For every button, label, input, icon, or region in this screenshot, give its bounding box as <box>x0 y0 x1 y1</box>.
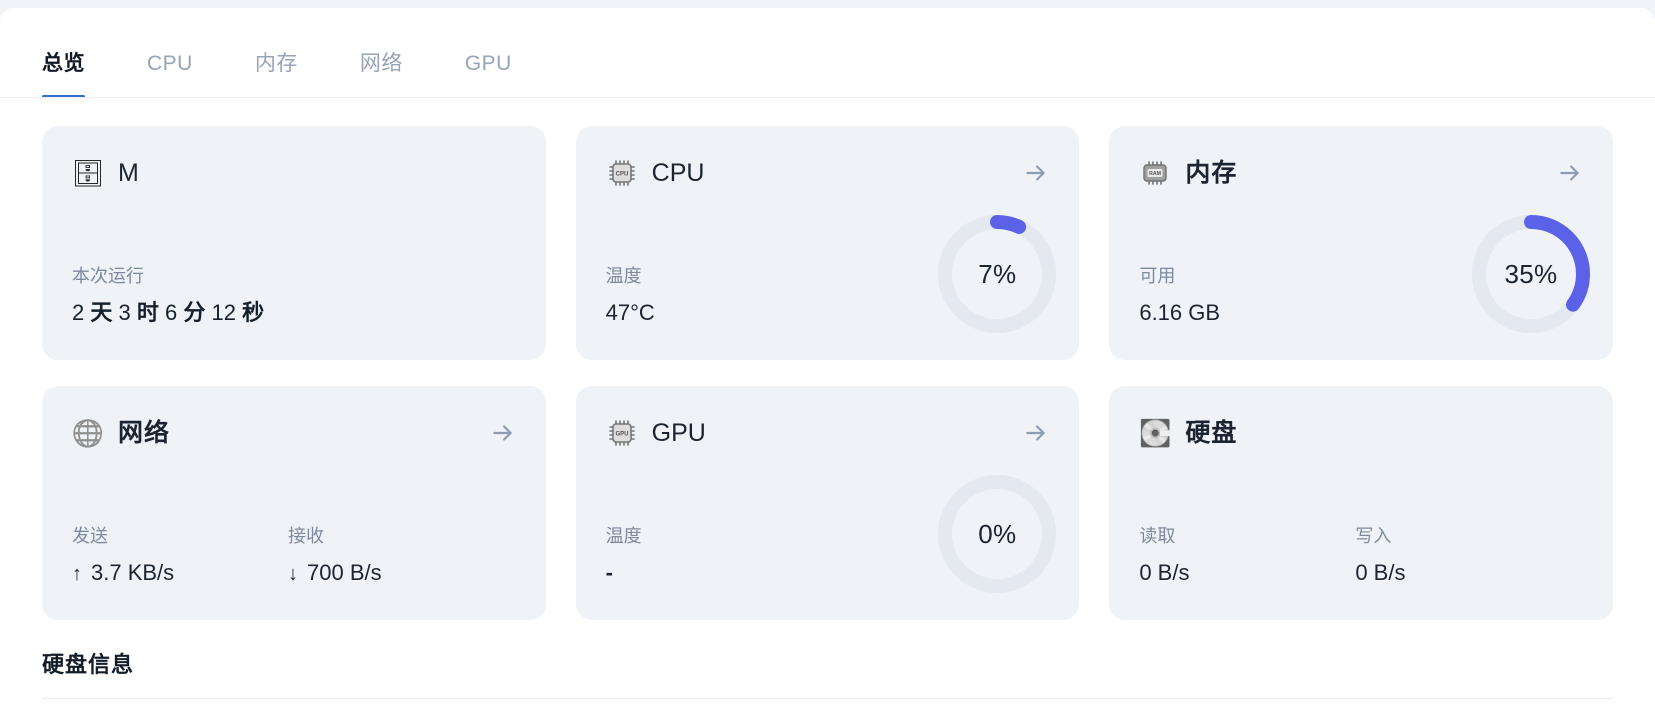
uptime-seconds-unit: 秒 <box>242 300 265 325</box>
stat-disk-write: 写入 0 B/s <box>1355 527 1571 584</box>
stat-disk-write-value: 0 B/s <box>1355 560 1406 585</box>
tab-overview-label: 总览 <box>42 52 85 75</box>
stat-network-download: 接收 ↓ 700 B/s <box>288 527 504 584</box>
card-network[interactable]: 🌐 网络 发送 ↑ 3.7 KB/s 接收 ↓ 700 B/s <box>42 386 546 620</box>
card-cpu-title: CPU <box>651 158 705 187</box>
stat-disk-read: 读取 0 B/s <box>1139 527 1355 584</box>
card-cpu-stats: 温度 47°C <box>606 267 655 324</box>
disk-info-section: 硬盘信息 <box>0 620 1655 699</box>
stat-gpu-temperature: 温度 - <box>606 527 642 584</box>
ram-chip-icon: RAM <box>1139 157 1171 189</box>
tab-memory-label: 内存 <box>254 52 298 75</box>
stat-memory-available: 可用 6.16 GB <box>1139 267 1220 324</box>
svg-text:CPU: CPU <box>615 171 628 177</box>
stat-disk-read-label: 读取 <box>1139 526 1176 546</box>
card-disk-stats: 读取 0 B/s 写入 0 B/s <box>1139 527 1571 584</box>
stat-gpu-temperature-value: - <box>605 560 613 585</box>
stat-network-upload: 发送 ↑ 3.7 KB/s <box>72 527 288 584</box>
app-root: 总览 CPU 内存 网络 GPU 🗄 M 本次运行 2 天 3 时 6 分 12… <box>0 0 1655 727</box>
tab-network-label: 网络 <box>359 52 403 75</box>
cpu-chip-icon: CPU <box>606 157 638 189</box>
svg-text:RAM: RAM <box>1149 171 1161 177</box>
card-uptime: 🗄 M 本次运行 2 天 3 时 6 分 12 秒 <box>42 126 546 360</box>
stat-network-upload-rate: 3.7 KB/s <box>91 560 175 585</box>
card-memory-header: RAM 内存 <box>1139 152 1583 194</box>
stat-memory-available-label: 可用 <box>1139 266 1176 286</box>
gpu-usage-donut: 0% <box>933 470 1061 598</box>
card-uptime-title: M <box>118 158 139 187</box>
stat-network-download-label: 接收 <box>288 526 324 546</box>
uptime-hours-unit: 时 <box>136 300 159 325</box>
tab-gpu-label: GPU <box>464 52 512 75</box>
disk-info-title: 硬盘信息 <box>42 652 135 677</box>
hard-disk-icon: 💽 <box>1139 418 1172 448</box>
card-disk-title: 硬盘 <box>1185 418 1238 447</box>
uptime-minutes-unit: 分 <box>183 300 206 325</box>
stat-disk-read-value: 0 B/s <box>1139 560 1190 585</box>
uptime-days-num: 2 <box>72 300 85 325</box>
stat-gpu-temperature-label: 温度 <box>605 526 642 546</box>
card-gpu-stats: 温度 - <box>606 527 642 584</box>
page-surface: 总览 CPU 内存 网络 GPU 🗄 M 本次运行 2 天 3 时 6 分 12… <box>0 8 1655 727</box>
gpu-chip-icon: GPU <box>606 417 638 449</box>
stat-disk-write-label: 写入 <box>1355 526 1392 546</box>
stat-cpu-temperature-value: 47°C <box>605 300 655 325</box>
arrow-down-icon: ↓ <box>288 563 298 585</box>
arrow-up-icon: ↑ <box>72 563 82 585</box>
stat-uptime-value: 2 天 3 时 6 分 12 秒 <box>72 302 264 324</box>
memory-usage-donut: 35% <box>1467 210 1595 338</box>
tab-overview[interactable]: 总览 <box>42 53 85 98</box>
card-disk: 💽 硬盘 读取 0 B/s 写入 0 B/s <box>1109 386 1613 620</box>
tab-gpu[interactable]: GPU <box>465 53 512 98</box>
cpu-usage-donut: 7% <box>933 210 1061 338</box>
tab-cpu-label: CPU <box>147 52 193 75</box>
stat-network-download-rate: 700 B/s <box>307 560 382 585</box>
card-network-stats: 发送 ↑ 3.7 KB/s 接收 ↓ 700 B/s <box>72 527 504 584</box>
card-gpu[interactable]: GPU GPU 温度 - 0% <box>575 386 1080 620</box>
memory-usage-percent-text: 35% <box>1504 258 1558 289</box>
uptime-seconds-num: 12 <box>211 300 237 325</box>
card-cpu[interactable]: CPU CPU 温度 47°C 7% <box>575 126 1080 360</box>
card-disk-header: 💽 硬盘 <box>1139 412 1583 454</box>
card-memory-title: 内存 <box>1185 158 1238 187</box>
gpu-usage-percent-text: 0% <box>978 518 1017 549</box>
stat-network-upload-value: ↑ 3.7 KB/s <box>72 560 288 585</box>
card-gpu-title: GPU <box>651 418 706 447</box>
stat-network-download-value: ↓ 700 B/s <box>288 560 504 585</box>
stat-network-upload-label: 发送 <box>72 526 108 546</box>
card-gpu-header: GPU GPU <box>606 412 1050 454</box>
tab-cpu[interactable]: CPU <box>147 53 193 98</box>
card-network-title: 网络 <box>118 418 171 447</box>
card-network-arrow-right-icon[interactable] <box>490 420 516 446</box>
card-uptime-stats: 本次运行 2 天 3 时 6 分 12 秒 <box>72 267 264 324</box>
card-memory-stats: 可用 6.16 GB <box>1139 267 1220 324</box>
cpu-usage-percent-text: 7% <box>978 258 1017 289</box>
card-memory[interactable]: RAM 内存 可用 6.16 GB 35% <box>1109 126 1613 360</box>
stat-cpu-temperature-label: 温度 <box>605 266 642 286</box>
card-network-header: 🌐 网络 <box>72 412 516 454</box>
overview-card-grid: 🗄 M 本次运行 2 天 3 时 6 分 12 秒 CPU CPU 温度 47°… <box>0 98 1655 620</box>
tab-network[interactable]: 网络 <box>360 53 403 98</box>
card-cpu-arrow-right-icon[interactable] <box>1023 160 1049 186</box>
stat-uptime-label: 本次运行 <box>72 266 144 286</box>
uptime-hours-num: 3 <box>118 300 131 325</box>
uptime-days-unit: 天 <box>90 300 113 325</box>
server-rack-icon: 🗄 <box>71 158 105 188</box>
globe-icon: 🌐 <box>71 418 105 448</box>
card-cpu-header: CPU CPU <box>606 152 1050 194</box>
stat-memory-available-value: 6.16 GB <box>1139 300 1221 325</box>
stat-uptime: 本次运行 2 天 3 时 6 分 12 秒 <box>72 267 264 324</box>
card-memory-arrow-right-icon[interactable] <box>1557 160 1583 186</box>
tab-memory[interactable]: 内存 <box>255 53 298 98</box>
uptime-minutes-num: 6 <box>165 300 178 325</box>
svg-text:GPU: GPU <box>615 431 628 437</box>
card-uptime-header: 🗄 M <box>72 152 516 194</box>
stat-cpu-temperature: 温度 47°C <box>606 267 655 324</box>
card-gpu-arrow-right-icon[interactable] <box>1023 420 1049 446</box>
tab-bar: 总览 CPU 内存 网络 GPU <box>0 8 1655 98</box>
disk-info-divider <box>42 698 1613 699</box>
